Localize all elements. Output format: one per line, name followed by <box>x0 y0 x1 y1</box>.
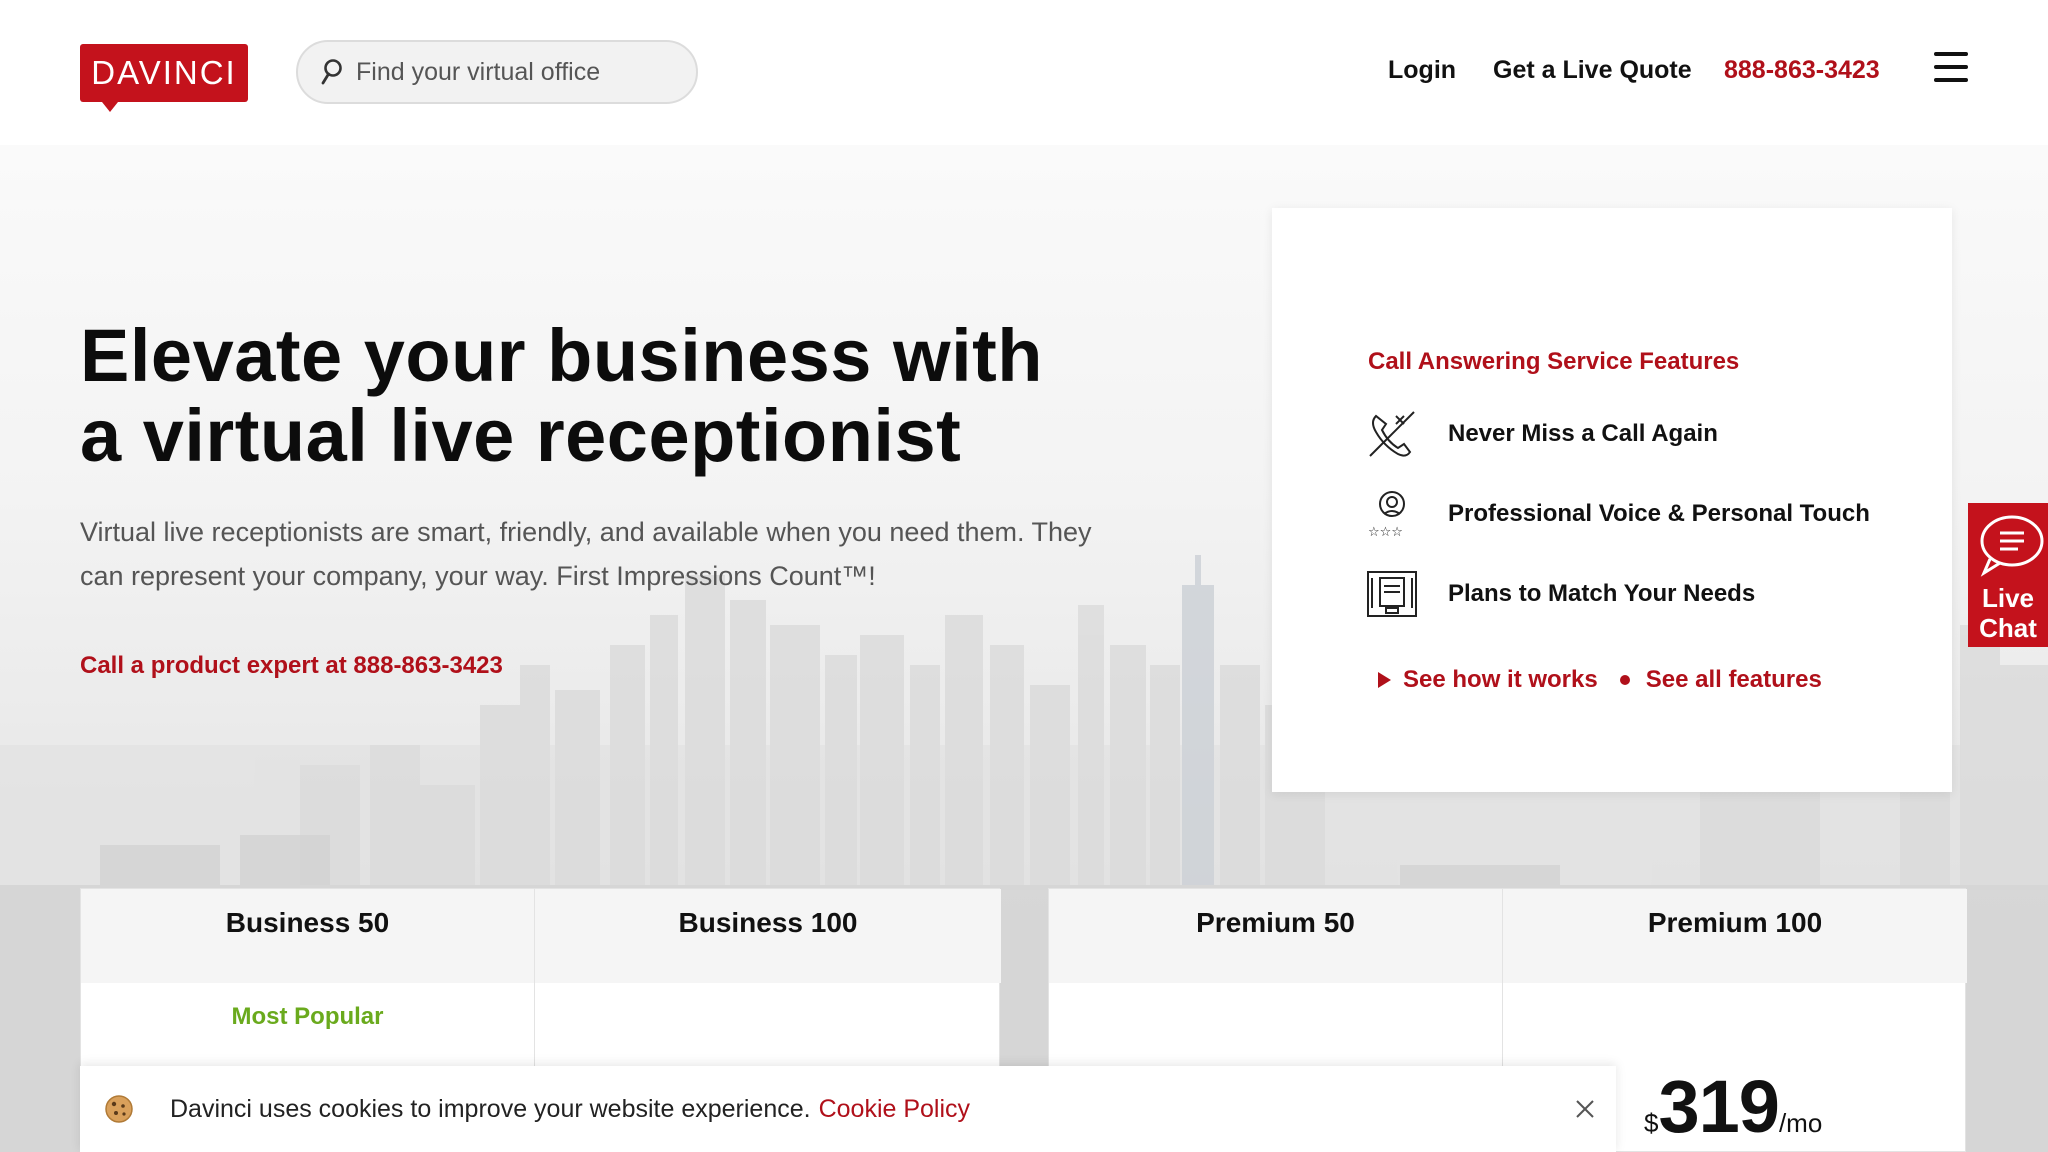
plan-name: Business 100 <box>535 889 1001 983</box>
davinci-logo[interactable]: DAVINCI <box>80 44 248 112</box>
feature-item: ☆☆☆ Professional Voice & Personal Touch <box>1366 488 1870 540</box>
feature-label: Plans to Match Your Needs <box>1448 580 1756 607</box>
search-input[interactable] <box>356 57 686 87</box>
most-popular-badge: Most Popular <box>231 1003 384 1030</box>
feature-label: Professional Voice & Personal Touch <box>1448 500 1870 527</box>
plan-name: Business 50 <box>81 889 534 983</box>
phone-missed-icon <box>1369 411 1415 457</box>
feature-label: Never Miss a Call Again <box>1448 420 1718 447</box>
live-quote-link[interactable]: Get a Live Quote <box>1493 56 1692 85</box>
site-header: DAVINCI Login Get a Live Quote 888-863-3… <box>0 0 2048 145</box>
login-link[interactable]: Login <box>1388 56 1456 85</box>
features-card-title: Call Answering Service Features <box>1368 348 1740 375</box>
cookie-text: Davinci uses cookies to improve your web… <box>170 1094 811 1123</box>
feature-item: Plans to Match Your Needs <box>1366 568 1755 620</box>
features-card: Call Answering Service Features Never Mi… <box>1272 208 1952 792</box>
chat-bubble-icon <box>1980 515 2044 577</box>
feature-item: Never Miss a Call Again <box>1366 408 1718 460</box>
see-how-it-works-link[interactable]: See how it works <box>1403 666 1598 694</box>
hero-title: Elevate your business with a virtual liv… <box>80 314 1043 477</box>
plans-device-icon <box>1367 571 1417 617</box>
cookie-message: Davinci uses cookies to improve your web… <box>170 1095 970 1124</box>
search-icon <box>321 59 342 85</box>
features-card-links: See how it works See all features <box>1378 666 1822 694</box>
live-chat-label: Live Chat <box>1979 583 2037 643</box>
search-box[interactable] <box>296 40 698 104</box>
cookie-banner: Davinci uses cookies to improve your web… <box>80 1066 1616 1152</box>
price-period: /mo <box>1778 1108 1823 1138</box>
close-icon[interactable] <box>1572 1096 1598 1122</box>
plan-price: $ 319 /mo <box>1644 1064 1822 1149</box>
cookie-icon <box>105 1095 133 1123</box>
logo-text: DAVINCI <box>91 54 237 91</box>
price-amount: 319 <box>1658 1065 1779 1148</box>
hero-subtitle: Virtual live receptionists are smart, fr… <box>80 517 1092 591</box>
live-chat-button[interactable]: Live Chat <box>1968 503 2048 647</box>
cookie-policy-link[interactable]: Cookie Policy <box>819 1095 970 1123</box>
menu-icon[interactable] <box>1934 52 1968 82</box>
plan-name: Premium 50 <box>1049 889 1502 983</box>
price-currency: $ <box>1644 1108 1659 1138</box>
see-all-features-link[interactable]: See all features <box>1646 666 1822 694</box>
svg-text:☆☆☆: ☆☆☆ <box>1368 525 1403 540</box>
call-expert-link[interactable]: Call a product expert at 888-863-3423 <box>80 652 503 680</box>
play-icon <box>1378 672 1391 688</box>
receptionist-stars-icon: ☆☆☆ <box>1368 491 1405 540</box>
header-phone-link[interactable]: 888-863-3423 <box>1724 56 1880 85</box>
bullet-dot-icon <box>1619 675 1630 685</box>
plan-name: Premium 100 <box>1503 889 1967 983</box>
